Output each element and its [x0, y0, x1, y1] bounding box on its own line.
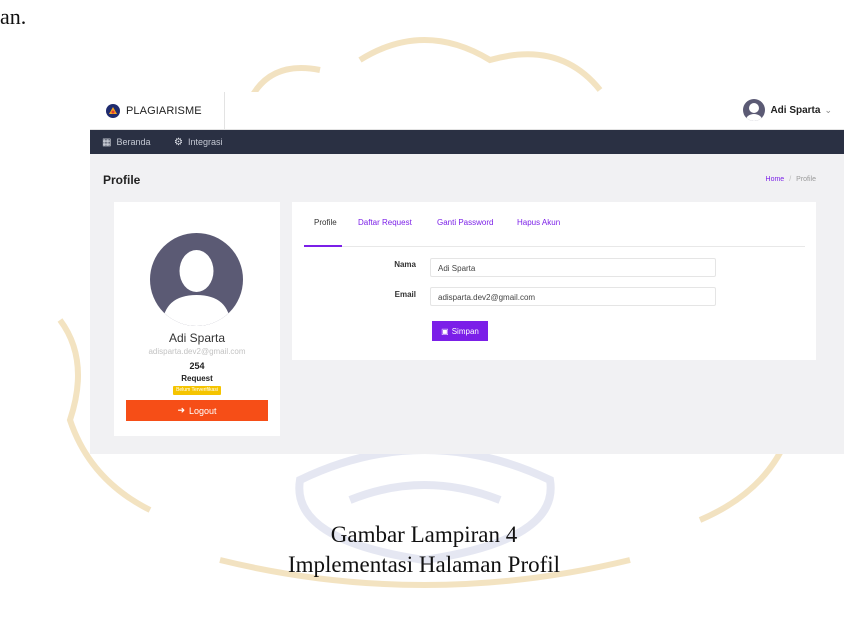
brand-name: PLAGIARISME — [126, 104, 202, 117]
nav-item-label: Beranda — [116, 137, 151, 147]
nama-label: Nama — [394, 260, 416, 269]
grid-icon: ▦ — [102, 136, 112, 148]
breadcrumb-current: Profile — [796, 176, 816, 183]
tab-profile[interactable]: Profile — [314, 218, 337, 227]
tab-bar: Profile Daftar Request Ganti Password Ha… — [304, 202, 805, 247]
nav-item-beranda[interactable]: ▦ Beranda — [102, 130, 150, 154]
user-name: Adi Sparta — [770, 104, 821, 116]
user-menu[interactable]: Adi Sparta ⌄ — [743, 99, 832, 121]
user-silhouette-icon — [746, 103, 763, 121]
page-title: Profile — [103, 173, 141, 187]
brand[interactable]: PLAGIARISME — [90, 92, 225, 129]
breadcrumb: Home / Profile — [766, 176, 816, 183]
tab-ganti-password[interactable]: Ganti Password — [437, 218, 493, 227]
request-label: Request — [181, 374, 213, 383]
figure-caption-title: Gambar Lampiran 4 — [330, 522, 518, 547]
save-button[interactable]: ▣ Simpan — [432, 321, 488, 341]
sign-out-icon: ➜ — [177, 405, 185, 415]
breadcrumb-home-link[interactable]: Home — [766, 176, 785, 183]
active-tab-indicator — [304, 245, 342, 247]
logout-label: Logout — [189, 405, 217, 416]
email-label: Email — [394, 290, 416, 299]
main-navbar: ▦ Beranda ⚙ Integrasi — [90, 130, 844, 154]
profile-card: Adi Sparta adisparta.dev2@gmail.com 254 … — [114, 202, 280, 436]
profile-name: Adi Sparta — [168, 331, 226, 345]
chevron-down-icon: ⌄ — [824, 104, 832, 115]
gears-icon: ⚙ — [174, 136, 183, 148]
request-count: 254 — [189, 361, 205, 371]
app-screenshot: PLAGIARISME Adi Sparta ⌄ ▦ Beranda ⚙ Int… — [90, 92, 844, 454]
document-text-fragment: an. — [0, 4, 27, 29]
profile-email: adisparta.dev2@gmail.com — [148, 347, 246, 356]
figure-caption-subtitle: Implementasi Halaman Profil — [287, 552, 561, 577]
logout-button[interactable]: ➜ Logout — [126, 400, 268, 421]
nav-item-label: Integrasi — [187, 137, 223, 147]
tab-hapus-akun[interactable]: Hapus Akun — [517, 218, 560, 227]
floppy-disk-icon: ▣ — [441, 326, 449, 336]
profile-form-card: Profile Daftar Request Ganti Password Ha… — [292, 202, 816, 360]
status-badge: Belum Terverifikasi — [173, 386, 221, 395]
email-field[interactable]: adisparta.dev2@gmail.com — [430, 287, 716, 306]
profile-avatar — [150, 233, 243, 326]
breadcrumb-separator: / — [789, 176, 792, 183]
university-logo-icon — [106, 103, 120, 118]
user-silhouette-icon — [162, 250, 231, 326]
nama-field[interactable]: Adi Sparta — [430, 258, 716, 277]
tab-daftar-request[interactable]: Daftar Request — [358, 218, 412, 227]
top-bar: PLAGIARISME Adi Sparta ⌄ — [90, 92, 844, 130]
save-label: Simpan — [451, 326, 479, 336]
avatar — [743, 99, 766, 121]
nav-item-integrasi[interactable]: ⚙ Integrasi — [174, 130, 223, 154]
